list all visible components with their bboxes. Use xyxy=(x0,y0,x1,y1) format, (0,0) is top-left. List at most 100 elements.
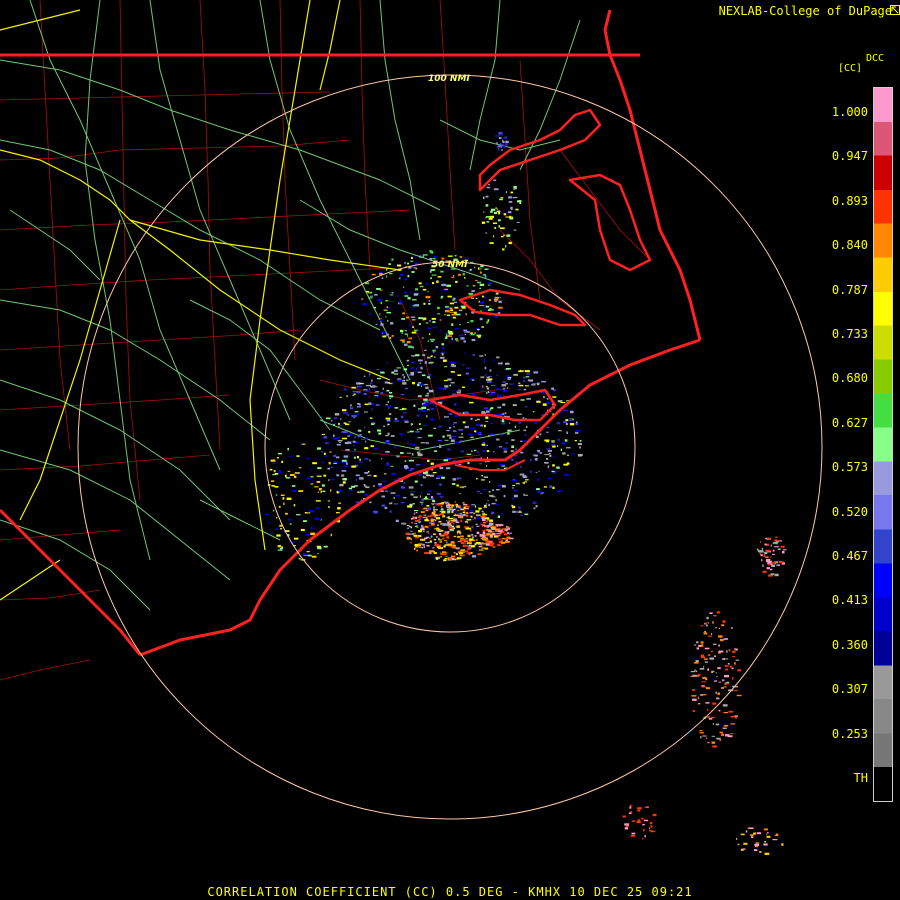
radar-echo-pixel xyxy=(381,504,386,507)
radar-echo-pixel xyxy=(470,332,473,334)
radar-echo-pixel xyxy=(365,436,368,440)
radar-echo-pixel xyxy=(386,419,391,422)
radar-echo-pixel xyxy=(427,459,430,462)
radar-echo-pixel xyxy=(700,656,706,659)
radar-echo-pixel xyxy=(775,833,779,836)
radar-echo-pixel xyxy=(433,506,435,509)
radar-map[interactable]: 50 NMI 100 NMI xyxy=(0,0,900,900)
radar-echo-pixel xyxy=(472,536,474,539)
radar-echo-pixel xyxy=(481,411,485,413)
radar-echo-pixel xyxy=(423,401,429,403)
radar-echo-pixel xyxy=(435,477,440,479)
radar-echo-pixel xyxy=(455,503,458,507)
radar-echo-pixel xyxy=(456,525,460,528)
radar-echo-pixel xyxy=(404,262,407,264)
radar-echo-pixel xyxy=(425,518,429,521)
radar-echo-pixel xyxy=(557,445,559,447)
radar-echo-pixel xyxy=(579,446,581,449)
radar-echo-pixel xyxy=(562,452,566,455)
radar-echo-pixel xyxy=(345,449,350,451)
radar-echo-pixel xyxy=(407,442,409,444)
radar-echo-pixel xyxy=(711,632,713,636)
radar-echo-pixel xyxy=(436,557,439,560)
radar-echo-pixel xyxy=(721,679,725,682)
radar-echo-pixel xyxy=(511,439,515,442)
radar-echo-pixel xyxy=(469,529,472,532)
radar-echo-pixel xyxy=(507,387,509,389)
radar-echo-pixel xyxy=(412,326,414,328)
radar-echo-pixel xyxy=(373,386,378,388)
radar-echo-pixel xyxy=(453,547,458,549)
radar-echo-pixel xyxy=(723,686,727,688)
radar-echo-pixel xyxy=(523,376,526,379)
radar-echo-pixel xyxy=(312,462,317,465)
radar-echo-pixel xyxy=(410,491,415,493)
radar-echo-pixel xyxy=(380,323,384,326)
radar-echo-pixel xyxy=(426,283,429,285)
radar-echo-pixel xyxy=(407,533,413,535)
radar-echo-pixel xyxy=(525,479,529,481)
radar-echo-pixel xyxy=(649,822,653,825)
radar-echo-pixel xyxy=(643,829,645,832)
radar-echo-pixel xyxy=(339,483,344,487)
radar-echo-pixel xyxy=(292,541,295,544)
radar-echo-pixel xyxy=(415,464,421,466)
radar-echo-pixel xyxy=(483,274,486,276)
radar-echo-pixel xyxy=(505,143,508,145)
radar-echo-pixel xyxy=(485,416,489,419)
radar-echo-pixel xyxy=(285,512,288,515)
radar-echo-pixel xyxy=(470,515,473,518)
radar-echo-pixel xyxy=(276,457,279,459)
radar-echo-pixel xyxy=(722,622,724,624)
product-caption: CORRELATION COEFFICIENT (CC) 0.5 DEG - K… xyxy=(207,885,693,899)
radar-echo-pixel xyxy=(560,400,563,402)
radar-echo-pixel xyxy=(391,371,395,374)
radar-echo-pixel xyxy=(407,275,410,278)
radar-echo-pixel xyxy=(730,627,733,629)
radar-echo-pixel xyxy=(483,529,486,532)
radar-echo-pixel xyxy=(729,649,731,652)
radar-echo-pixel xyxy=(548,452,551,455)
radar-echo-pixel xyxy=(519,440,523,442)
radar-echo-pixel xyxy=(317,547,322,550)
radar-echo-pixel xyxy=(433,533,436,536)
radar-echo-pixel xyxy=(717,667,721,670)
radar-echo-pixel xyxy=(704,630,706,633)
radar-echo-pixel xyxy=(527,379,530,382)
radar-echo-pixel xyxy=(438,520,442,523)
radar-echo-pixel xyxy=(487,319,490,322)
radar-echo-pixel xyxy=(692,675,697,677)
radar-echo-pixel xyxy=(378,432,382,435)
radar-echo-pixel xyxy=(329,451,332,453)
radar-echo-pixel xyxy=(353,444,355,446)
radar-echo-pixel xyxy=(357,435,362,438)
radar-echo-pixel xyxy=(489,390,491,393)
radar-echo-pixel xyxy=(418,410,420,412)
radar-echo-pixel xyxy=(566,462,570,465)
radar-echo-pixel xyxy=(769,556,772,558)
radar-echo-pixel xyxy=(772,839,778,841)
radar-echo-pixel xyxy=(702,694,707,696)
range-label-50nmi: 50 NMI xyxy=(432,260,468,270)
radar-echo-pixel xyxy=(402,286,405,288)
radar-echo-pixel xyxy=(428,490,432,492)
radar-echo-pixel xyxy=(748,827,754,829)
radar-echo-pixel xyxy=(427,374,432,377)
radar-echo-pixel xyxy=(723,638,728,640)
radar-echo-pixel xyxy=(413,496,418,499)
radar-echo-pixel xyxy=(386,268,388,271)
radar-echo-pixel xyxy=(429,333,431,336)
radar-echo-pixel xyxy=(464,330,466,333)
radar-echo-pixel xyxy=(427,532,430,534)
radar-echo-pixel xyxy=(490,536,493,539)
radar-echo-pixel xyxy=(303,520,307,522)
radar-echo-pixel xyxy=(481,443,486,446)
radar-echo-pixel xyxy=(540,492,545,494)
radar-echo-pixel xyxy=(506,530,508,532)
scale-tick-label: 0.467 xyxy=(831,549,868,563)
radar-echo-pixel xyxy=(432,321,436,324)
radar-echo-pixel xyxy=(574,440,577,442)
radar-echo-pixel xyxy=(478,549,484,551)
radar-echo-pixel xyxy=(418,323,421,326)
radar-echo-pixel xyxy=(544,462,546,464)
